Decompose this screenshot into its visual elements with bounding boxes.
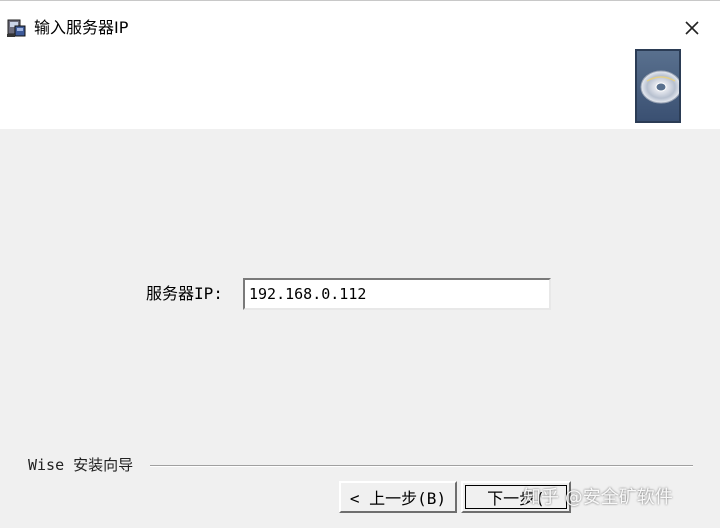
installer-window: 输入服务器IP 服务器IP: 192.168.0.112 Wise 安装向导 <… — [0, 0, 720, 528]
server-ip-label: 服务器IP: — [146, 284, 223, 303]
server-ip-input[interactable] — [243, 278, 551, 310]
header-banner — [0, 41, 720, 129]
title-bar: 输入服务器IP — [0, 1, 720, 41]
wise-brand-label: Wise 安装向导 — [28, 456, 134, 474]
close-icon — [685, 21, 699, 35]
prev-button[interactable]: < 上一步(B) — [339, 481, 457, 513]
window-title: 输入服务器IP — [34, 18, 129, 37]
close-button[interactable] — [676, 13, 708, 43]
cd-disc-icon — [635, 49, 681, 123]
footer-divider — [150, 465, 693, 467]
installer-icon — [6, 17, 28, 39]
watermark-text: 知乎 @安全矿软件 — [523, 487, 673, 508]
content-area: 服务器IP: Wise 安装向导 < 上一步(B) 下一步( 知乎 @安全矿软件 — [0, 129, 720, 528]
